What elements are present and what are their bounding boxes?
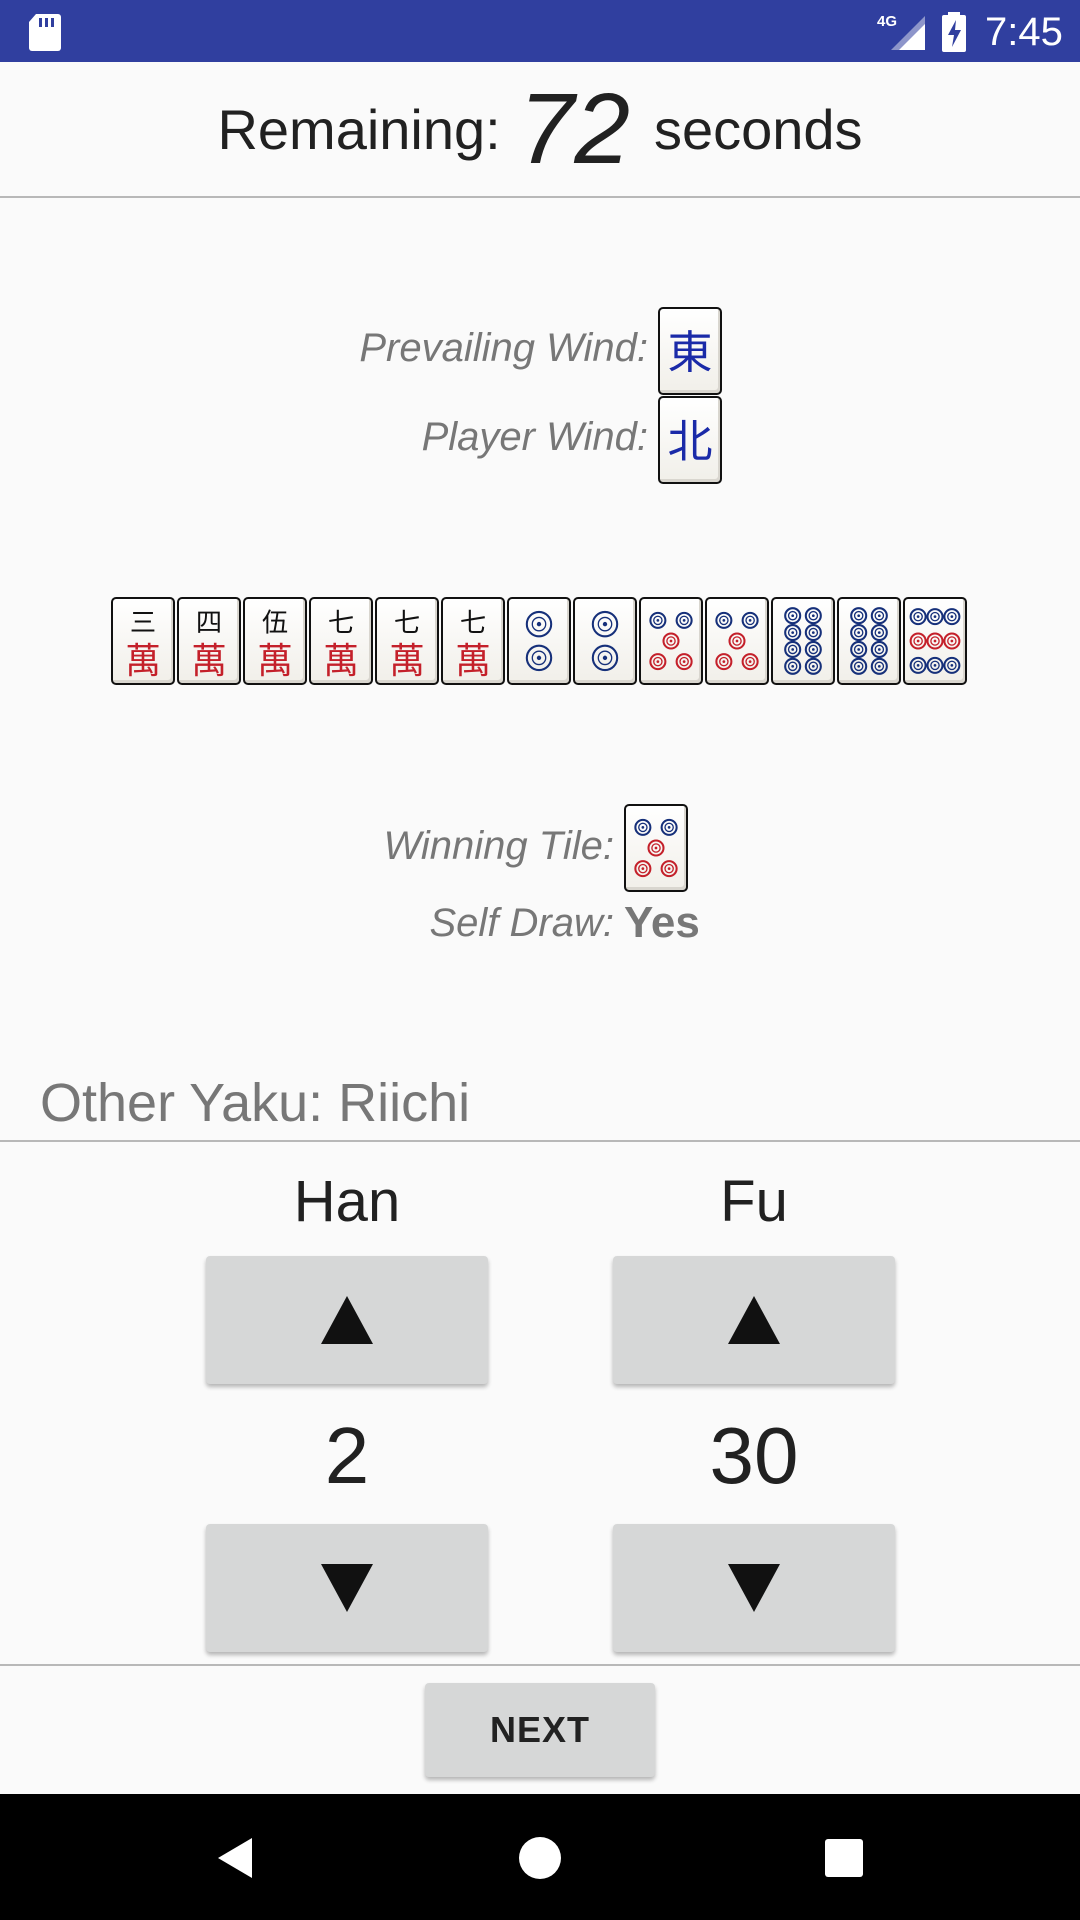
hand-tile-3-man: 三萬 <box>111 597 175 685</box>
7-man-icon: 七萬 <box>455 609 491 682</box>
hand-tile-2-pin <box>507 597 571 685</box>
han-increase-button[interactable] <box>206 1256 488 1384</box>
player-wind-tile: 北 <box>658 396 722 484</box>
hand-tiles: 三萬四萬伍萬七萬七萬七萬 <box>111 597 971 687</box>
svg-text:四: 四 <box>196 609 222 639</box>
5-pin-icon <box>634 818 678 878</box>
east-wind-icon: 東 <box>667 326 712 379</box>
han-value: 2 <box>324 1411 370 1500</box>
svg-text:伍: 伍 <box>262 609 288 639</box>
sd-card-icon <box>29 14 61 51</box>
7-man-icon: 七萬 <box>389 609 425 682</box>
han-decrease-button[interactable] <box>206 1524 488 1652</box>
svg-text:萬: 萬 <box>191 641 227 682</box>
hand-tile-7-man: 七萬 <box>375 597 439 685</box>
hand-tile-4-man: 四萬 <box>177 597 241 685</box>
player-wind-label: Player Wind: <box>421 415 648 459</box>
next-button[interactable]: NEXT <box>425 1683 655 1777</box>
svg-text:七: 七 <box>394 609 420 639</box>
fu-label: Fu <box>720 1169 788 1234</box>
9-pin-icon <box>909 608 961 674</box>
hand-tile-7-man: 七萬 <box>309 597 373 685</box>
status-clock: 7:45 <box>985 10 1063 54</box>
svg-text:萬: 萬 <box>455 641 491 682</box>
self-draw-label: Self Draw: <box>429 901 615 945</box>
fu-decrease-button[interactable] <box>613 1524 895 1652</box>
hand-tile-8-pin <box>771 597 835 685</box>
svg-text:三: 三 <box>130 609 156 639</box>
8-pin-icon <box>850 607 888 675</box>
8-pin-icon <box>784 607 822 675</box>
nav-recent-icon[interactable] <box>824 1838 864 1878</box>
5-pin-icon <box>715 611 759 671</box>
5-man-icon: 伍萬 <box>257 609 293 682</box>
fu-value: 30 <box>709 1411 799 1500</box>
prevailing-wind-tile: 東 <box>658 307 722 395</box>
timer-header: Remaining: 72 seconds <box>0 62 1080 196</box>
nav-back-icon[interactable] <box>214 1836 258 1880</box>
prevailing-wind-label: Prevailing Wind: <box>359 326 648 370</box>
triangle-up-icon <box>321 1296 373 1344</box>
north-wind-icon: 北 <box>667 415 712 468</box>
triangle-up-icon <box>728 1296 780 1344</box>
signal-icon: 4G <box>877 13 925 50</box>
divider <box>0 196 1080 198</box>
hand-tile-9-pin <box>903 597 967 685</box>
hand-tile-7-man: 七萬 <box>441 597 505 685</box>
svg-text:七: 七 <box>328 609 354 639</box>
svg-text:東: 東 <box>667 326 712 379</box>
hand-tile-5-pin <box>639 597 703 685</box>
svg-text:北: 北 <box>667 415 712 468</box>
winning-tile <box>624 804 688 892</box>
timer-prefix: Remaining: <box>217 97 501 161</box>
winning-tile-label: Winning Tile: <box>383 824 615 868</box>
svg-text:萬: 萬 <box>323 641 359 682</box>
triangle-down-icon <box>321 1564 373 1612</box>
svg-text:萬: 萬 <box>389 641 425 682</box>
self-draw-value: Yes <box>624 898 700 947</box>
nav-home-icon[interactable] <box>518 1836 562 1880</box>
network-type-label: 4G <box>877 13 897 30</box>
4-man-icon: 四萬 <box>191 609 227 682</box>
svg-text:萬: 萬 <box>257 641 293 682</box>
fu-increase-button[interactable] <box>613 1256 895 1384</box>
han-label: Han <box>293 1169 401 1234</box>
triangle-down-icon <box>728 1564 780 1612</box>
hand-tile-8-pin <box>837 597 901 685</box>
3-man-icon: 三萬 <box>125 609 161 682</box>
timer-value: 72 <box>518 73 630 185</box>
timer-suffix: seconds <box>653 97 863 161</box>
svg-text:萬: 萬 <box>125 641 161 682</box>
5-pin-icon <box>649 611 693 671</box>
7-man-icon: 七萬 <box>323 609 359 682</box>
2-pin-icon <box>525 610 553 672</box>
battery-charging-icon <box>942 12 966 52</box>
svg-text:七: 七 <box>460 609 486 639</box>
hand-tile-5-pin <box>705 597 769 685</box>
other-yaku: Other Yaku: Riichi <box>40 1073 471 1133</box>
divider <box>0 1664 1080 1666</box>
hand-tile-2-pin <box>573 597 637 685</box>
divider <box>0 1140 1080 1142</box>
2-pin-icon <box>591 610 619 672</box>
hand-tile-5-man: 伍萬 <box>243 597 307 685</box>
